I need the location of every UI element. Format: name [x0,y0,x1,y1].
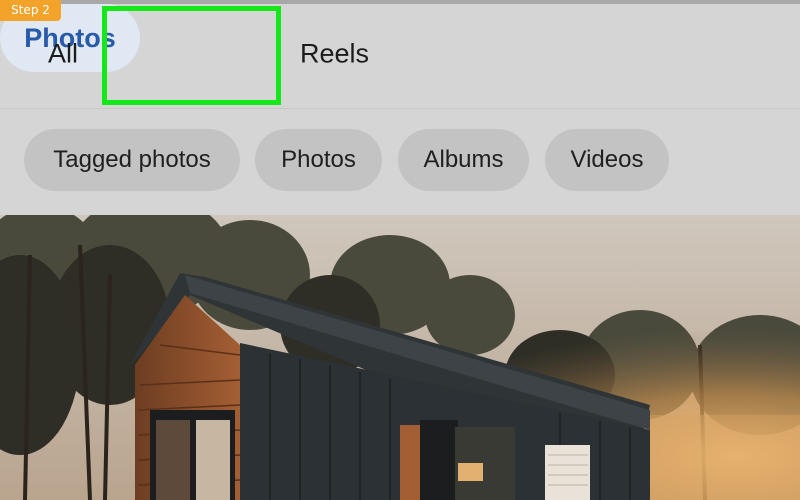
cabin-photo-image [0,215,800,500]
filter-chip-tagged-photos[interactable]: Tagged photos [24,129,240,191]
tab-reels[interactable]: Reels [300,39,369,70]
filter-chip-photos[interactable]: Photos [255,129,382,191]
tab-bar: All Photos Reels [0,4,800,108]
tab-all[interactable]: All [48,39,78,70]
filter-chip-albums[interactable]: Albums [398,129,529,191]
step-badge: Step 2 [0,0,61,21]
filter-chip-row: Tagged photos Photos Albums Videos [0,109,800,215]
photo-thumbnail[interactable] [0,215,800,500]
filter-chip-videos[interactable]: Videos [545,129,669,191]
